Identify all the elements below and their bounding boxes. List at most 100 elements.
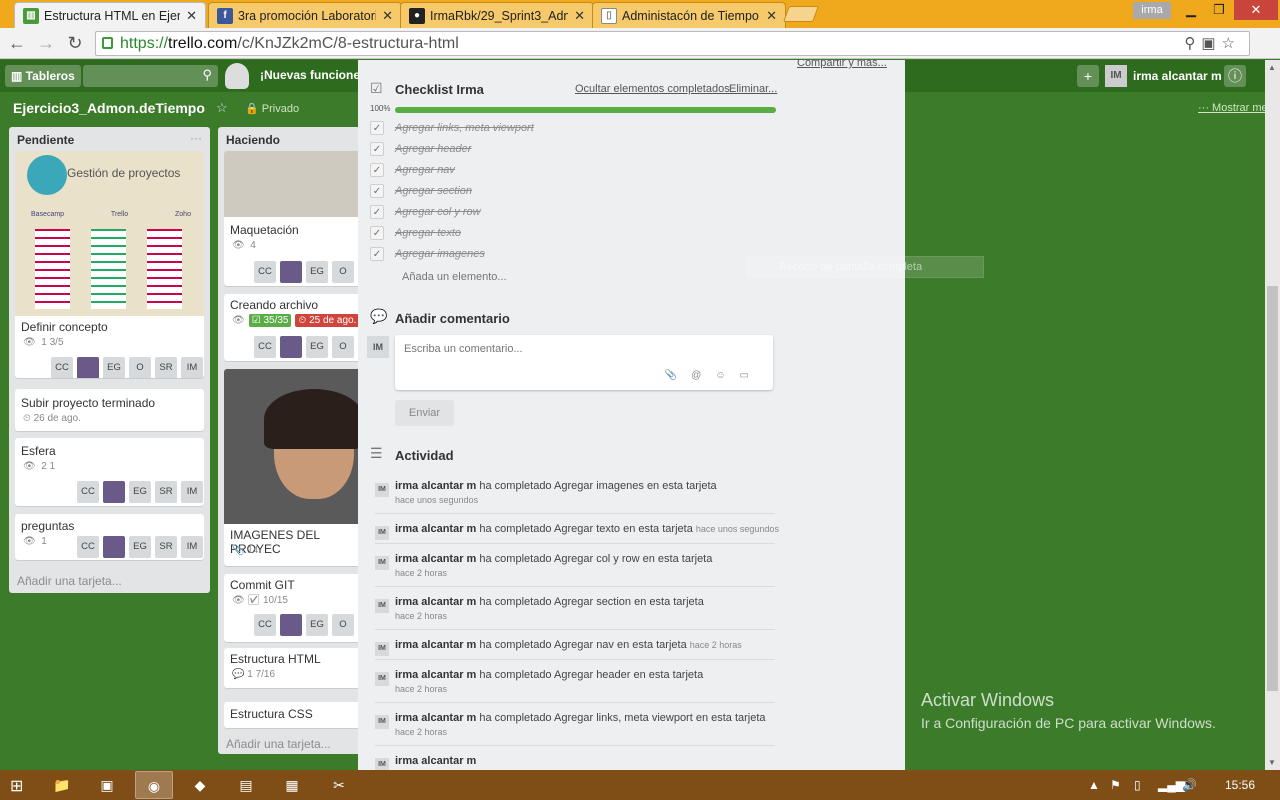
scroll-down-icon[interactable]: ▼: [1268, 758, 1276, 767]
list-item[interactable]: IMAGENES DEL PROYEC 📎 14: [224, 369, 368, 566]
list-item[interactable]: Estructura HTML 💬 1 7/16: [224, 648, 368, 688]
activate-windows-watermark: Activar Windows Ir a Configuración de PC…: [921, 690, 1216, 731]
file-explorer-icon[interactable]: 📁: [43, 771, 81, 799]
reload-icon[interactable]: ↻: [64, 33, 86, 54]
comment-input[interactable]: Escriba un comentario... 📎@☺▭: [395, 335, 773, 390]
zoom-translate-star-icons[interactable]: ⚲▣☆: [1184, 32, 1241, 55]
checkbox-checked[interactable]: ✓: [370, 163, 384, 177]
checklist-item[interactable]: ✓ Agregar texto: [370, 223, 790, 243]
share-link[interactable]: Compartir y más...: [797, 60, 887, 69]
send-comment-button[interactable]: Enviar: [395, 400, 454, 426]
boards-button[interactable]: ▥ Tableros: [5, 65, 81, 87]
new-features-button[interactable]: ¡Nuevas funciones!: [260, 68, 371, 82]
star-icon[interactable]: ☆: [216, 100, 228, 116]
volume-icon[interactable]: 🔊: [1182, 778, 1197, 792]
avatar[interactable]: [103, 536, 125, 558]
add-card-link[interactable]: Añadir una tarjeta...: [226, 737, 331, 751]
scroll-up-icon[interactable]: ▲: [1268, 63, 1276, 72]
close-tab-icon[interactable]: ✕: [186, 8, 197, 24]
comment-section-title: Añadir comentario: [395, 311, 510, 326]
card-members: CC EG O: [254, 336, 354, 358]
list-item[interactable]: preguntas 👁 1 CC EG SR IM: [15, 514, 204, 560]
scrollbar-thumb[interactable]: [1267, 286, 1278, 691]
windows-start-icon[interactable]: ⊞: [10, 776, 23, 796]
hide-completed-link[interactable]: Ocultar elementos completados: [575, 83, 730, 95]
checkbox-checked[interactable]: ✓: [370, 247, 384, 261]
list-item[interactable]: Subir proyecto terminado ⏲ 26 de ago.: [15, 389, 204, 431]
notepad-icon[interactable]: ▤: [227, 771, 265, 799]
add-checklist-item[interactable]: Añada un elemento...: [402, 271, 507, 283]
activity-entry: IM irma alcantar m ha completado Agregar…: [375, 592, 775, 630]
list-item[interactable]: Creando archivo 👁 ☑ 35/35 ⏲ 25 de ago. C…: [224, 294, 368, 361]
board-title[interactable]: Ejercicio3_Admon.deTiempo: [13, 100, 205, 116]
forward-arrow-icon[interactable]: →: [35, 33, 57, 54]
list-item[interactable]: Esfera 👁 2 1 CC EG SR IM: [15, 438, 204, 506]
search-input[interactable]: ⚲: [83, 65, 218, 87]
list-item[interactable]: Commit GIT 👁 ☑ 10/15 CC EG O: [224, 574, 368, 642]
card-members: CC EG O: [254, 614, 354, 636]
close-tab-icon[interactable]: ✕: [574, 8, 585, 24]
add-card-link[interactable]: Añadir una tarjeta...: [17, 574, 122, 588]
profile-badge[interactable]: irma: [1133, 2, 1171, 19]
avatar[interactable]: [280, 336, 302, 358]
avatar[interactable]: [280, 261, 302, 283]
new-tab-button[interactable]: [783, 6, 819, 22]
browser-tab-github[interactable]: ● IrmaRbk/29_Sprint3_Admi ✕: [400, 2, 594, 28]
list-item[interactable]: Estructura CSS: [224, 702, 368, 728]
list-pendiente: Pendiente ··· Gestión de proyectos Basec…: [9, 127, 210, 593]
avatar: IM: [375, 758, 389, 770]
clock[interactable]: 15:56: [1225, 778, 1255, 792]
checkbox-checked[interactable]: ✓: [370, 121, 384, 135]
comment-tools-icons[interactable]: 📎@☺▭: [665, 370, 763, 381]
page-scrollbar[interactable]: ▲ ▼: [1265, 60, 1280, 770]
checklist-item[interactable]: ✓ Agregar links, meta viewport: [370, 118, 790, 138]
list-item[interactable]: Gestión de proyectos Basecamp Trello Zoh…: [15, 151, 204, 378]
avatar[interactable]: [280, 614, 302, 636]
browser-tab-document[interactable]: ▯ Administacón de Tiempo ✕: [592, 2, 786, 28]
browser-tab-strip: ▥ Estructura HTML en Ejercic ✕ f 3ra pro…: [0, 0, 1280, 28]
store-icon[interactable]: ◆: [181, 771, 219, 799]
list-menu-icon[interactable]: ···: [190, 131, 202, 145]
info-icon[interactable]: ⓘ: [1224, 65, 1246, 87]
checkbox-checked[interactable]: ✓: [370, 184, 384, 198]
maximize-icon[interactable]: ❐: [1204, 0, 1234, 20]
checklist-item[interactable]: ✓ Agregar header: [370, 139, 790, 159]
flag-icon[interactable]: ⚑: [1110, 778, 1121, 792]
checkbox-checked[interactable]: ✓: [370, 142, 384, 156]
browser-tab-trello[interactable]: ▥ Estructura HTML en Ejercic ✕: [14, 2, 206, 28]
checklist-item[interactable]: ✓ Agregar section: [370, 181, 790, 201]
trello-icon: ▥: [23, 7, 39, 24]
card-cover-image: [224, 151, 368, 217]
visibility-label[interactable]: 🔒 Privado: [245, 102, 299, 115]
checklist-item[interactable]: ✓ Agregar col y row: [370, 202, 790, 222]
battery-icon[interactable]: ▯: [1134, 778, 1141, 792]
card-members: CC EG O SR IM: [51, 357, 203, 378]
app-icon[interactable]: ▣: [88, 771, 126, 799]
signal-icon[interactable]: ▂▄▆: [1158, 778, 1185, 792]
taco-mascot-icon: [225, 63, 249, 89]
checkbox-checked[interactable]: ✓: [370, 205, 384, 219]
close-window-icon[interactable]: ✕: [1234, 0, 1278, 20]
checklist-item[interactable]: ✓ Agregar nav: [370, 160, 790, 180]
delete-checklist-link[interactable]: Eliminar...: [729, 83, 777, 95]
checkbox-checked[interactable]: ✓: [370, 226, 384, 240]
minimize-icon[interactable]: ▁: [1176, 0, 1206, 20]
chrome-icon[interactable]: ◉: [135, 771, 173, 799]
close-tab-icon[interactable]: ✕: [382, 8, 393, 24]
list-item[interactable]: Maquetación 👁 4 CC EG O: [224, 151, 368, 286]
avatar[interactable]: [77, 357, 99, 378]
office-icon[interactable]: ▦: [273, 771, 311, 799]
address-bar[interactable]: https://trello.com/c/KnJZk2mC/8-estructu…: [95, 31, 1250, 56]
close-tab-icon[interactable]: ✕: [766, 8, 777, 24]
browser-tab-facebook[interactable]: f 3ra promoción Laboratori ✕: [208, 2, 402, 28]
back-arrow-icon[interactable]: ←: [6, 33, 28, 54]
tray-chevron-icon[interactable]: ▲: [1088, 778, 1100, 792]
activity-icon: ☰: [370, 445, 383, 461]
add-icon[interactable]: +: [1077, 65, 1099, 87]
windows-taskbar: ⊞ 📁 ▣ ◉ ◆ ▤ ▦ ✂ ▲ ⚑ ▯ ▂▄▆ 🔊 15:56: [0, 770, 1280, 800]
user-menu[interactable]: IM irma alcantar m: [1105, 65, 1222, 87]
card-members: CC EG SR IM: [77, 536, 203, 558]
avatar[interactable]: [103, 481, 125, 503]
checklist-item[interactable]: ✓ Agregar imagenes: [370, 244, 790, 264]
snipping-tool-icon[interactable]: ✂: [320, 771, 358, 799]
